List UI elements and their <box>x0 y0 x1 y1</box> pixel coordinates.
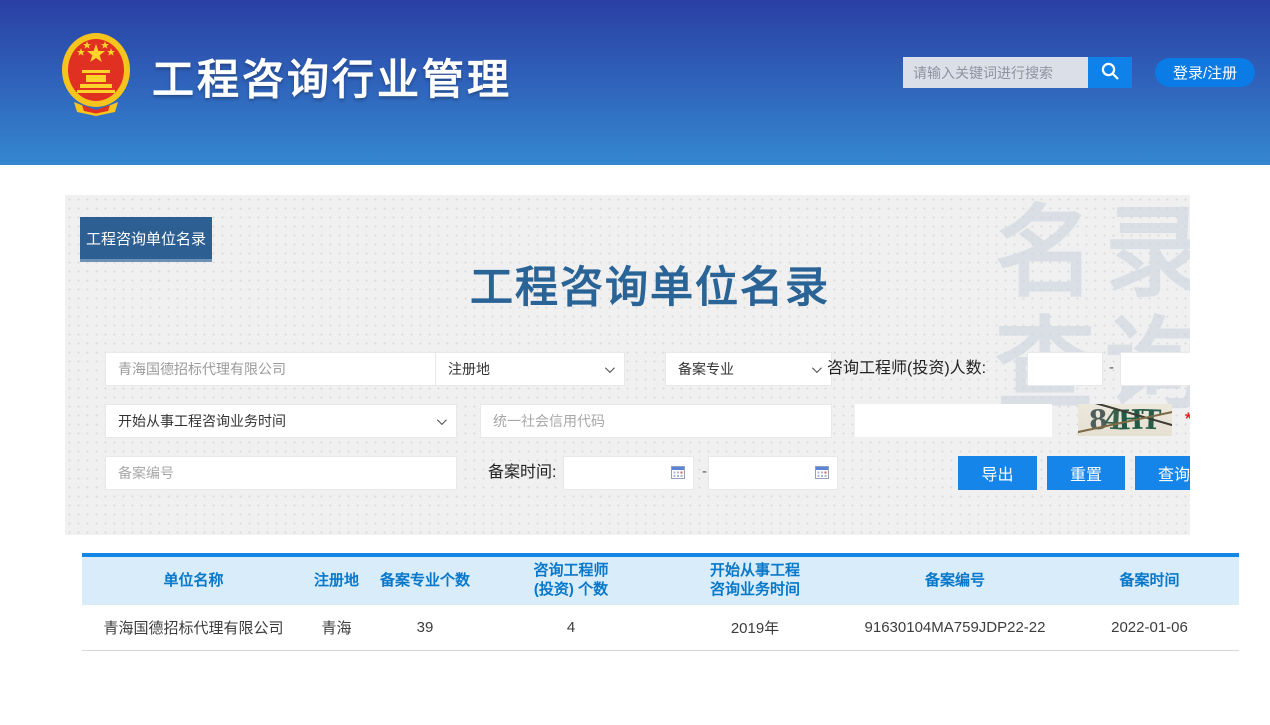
site-header: 工程咨询行业管理 登录/注册 <box>0 0 1270 165</box>
table-cell: 2019年 <box>660 605 850 650</box>
table-cell: 青海国德招标代理有限公司 <box>82 605 305 650</box>
start-time-selected: 开始从事工程咨询业务时间 <box>118 411 286 431</box>
national-emblem-icon <box>60 32 132 116</box>
calendar-icon <box>815 465 829 482</box>
registration-place-selected: 注册地 <box>448 359 490 379</box>
start-time-select[interactable]: 开始从事工程咨询业务时间 <box>105 404 457 438</box>
record-major-selected: 备案专业 <box>678 359 734 379</box>
table-cell: 39 <box>368 605 482 650</box>
credit-code-input[interactable] <box>480 404 832 438</box>
column-header: 单位名称 <box>82 557 305 605</box>
query-button[interactable]: 查询 <box>1135 456 1190 490</box>
header-searchbox <box>903 57 1132 88</box>
watermark-line: 名录 <box>995 197 1190 309</box>
captcha-input[interactable] <box>855 404 1052 437</box>
record-no-input[interactable] <box>105 456 457 490</box>
chevron-down-icon <box>605 363 615 373</box>
search-icon <box>1100 61 1120 84</box>
result-table: 单位名称注册地备案专业个数咨询工程师 (投资) 个数开始从事工程 咨询业务时间备… <box>82 553 1239 651</box>
engineer-count-label: 咨询工程师(投资)人数: <box>827 352 986 386</box>
range-separator: - <box>1109 352 1114 386</box>
page-title: 工程咨询单位名录 <box>470 253 830 315</box>
engineer-count-min-input[interactable] <box>1027 352 1103 386</box>
engineer-count-max-input[interactable] <box>1120 352 1190 386</box>
column-header: 注册地 <box>305 557 368 605</box>
table-cell: 4 <box>482 605 660 650</box>
table-cell: 91630104MA759JDP22-22 <box>850 605 1060 650</box>
required-asterisk: * <box>1185 409 1190 429</box>
record-time-label: 备案时间: <box>488 456 556 490</box>
search-button[interactable] <box>1088 57 1132 88</box>
reset-button[interactable]: 重置 <box>1047 456 1125 490</box>
chevron-down-icon <box>437 415 447 425</box>
column-header: 备案时间 <box>1060 557 1239 605</box>
captcha-text: 84HT <box>1089 407 1160 434</box>
watermark-text: 名录 查询 <box>995 197 1190 421</box>
table-row: 青海国德招标代理有限公司青海3942019年91630104MA759JDP22… <box>82 605 1239 650</box>
login-register-button[interactable]: 登录/注册 <box>1155 58 1255 87</box>
record-time-to-input[interactable] <box>708 456 838 490</box>
company-name-input[interactable] <box>105 352 457 386</box>
column-header: 咨询工程师 (投资) 个数 <box>482 557 660 605</box>
column-header: 开始从事工程 咨询业务时间 <box>660 557 850 605</box>
record-time-from-input[interactable] <box>563 456 694 490</box>
chevron-down-icon <box>812 363 822 373</box>
keyword-search-input[interactable] <box>903 57 1088 88</box>
column-header: 备案专业个数 <box>368 557 482 605</box>
table-header-row: 单位名称注册地备案专业个数咨询工程师 (投资) 个数开始从事工程 咨询业务时间备… <box>82 557 1239 605</box>
record-major-select[interactable]: 备案专业 <box>665 352 832 386</box>
table-body: 青海国德招标代理有限公司青海3942019年91630104MA759JDP22… <box>82 605 1239 650</box>
column-header: 备案编号 <box>850 557 1060 605</box>
captcha-image[interactable]: 84HT <box>1078 404 1172 436</box>
registration-place-select[interactable]: 注册地 <box>435 352 625 386</box>
export-button[interactable]: 导出 <box>958 456 1037 490</box>
calendar-icon <box>671 465 685 482</box>
page: 工程咨询行业管理 登录/注册 名录 查询 工程咨询单位名录 工程咨询单位名录 注… <box>0 0 1270 725</box>
table-cell: 青海 <box>305 605 368 650</box>
query-panel: 名录 查询 工程咨询单位名录 工程咨询单位名录 注册地 备案专业 咨询工程师(投… <box>65 195 1190 535</box>
table-cell: 2022-01-06 <box>1060 605 1239 650</box>
site-title: 工程咨询行业管理 <box>152 46 512 107</box>
date-range-separator: - <box>702 456 707 490</box>
tab-unit-directory[interactable]: 工程咨询单位名录 <box>80 217 212 262</box>
